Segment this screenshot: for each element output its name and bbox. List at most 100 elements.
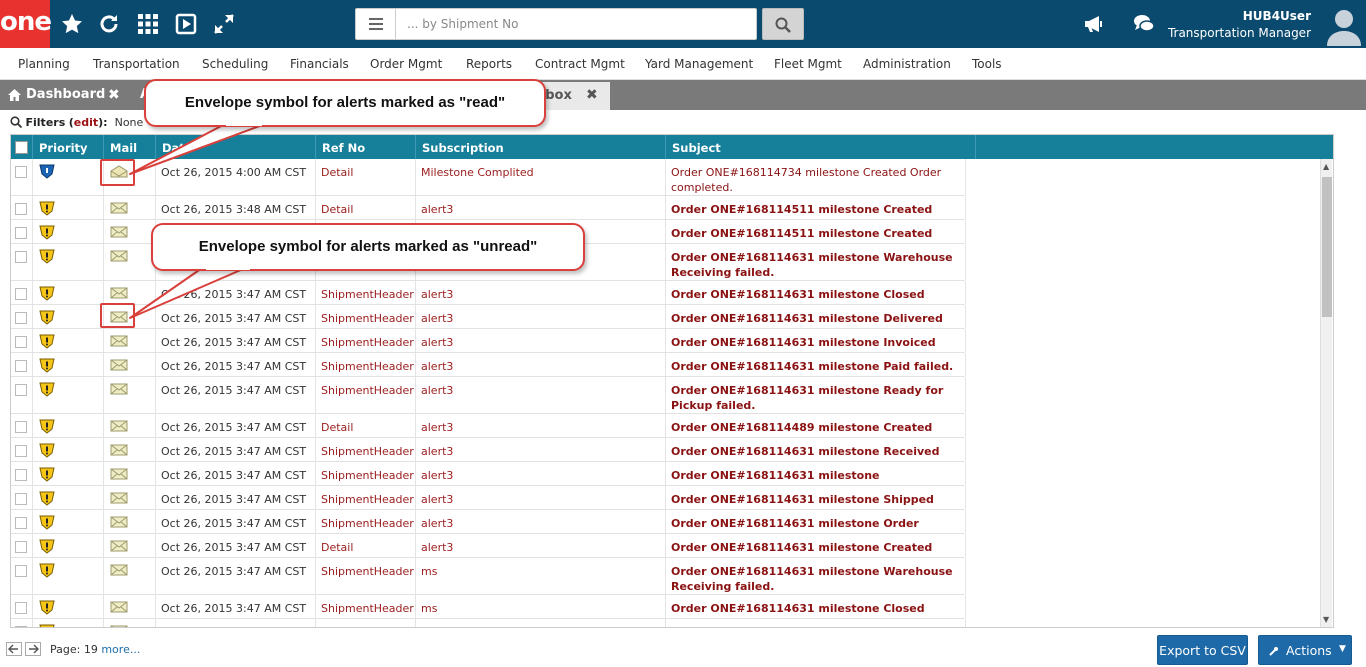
ref-no-link[interactable]: Detail (316, 196, 416, 219)
ref-no-link[interactable]: ShipmentHeader (316, 510, 416, 533)
col-subscription[interactable]: Subscription (416, 135, 666, 159)
refresh-icon[interactable] (97, 12, 121, 36)
subject-cell[interactable]: Order ONE#168114631 milestone ASN_Creati… (666, 462, 966, 497)
menu-scheduling[interactable]: Scheduling (202, 57, 268, 71)
mail-cell[interactable] (104, 220, 156, 243)
table-row[interactable]: Oct 26, 2015 3:47 AM CST ShipmentHeader al… (11, 329, 966, 364)
row-select-cell[interactable] (11, 486, 33, 509)
ref-no-link[interactable]: ShipmentHeader (316, 558, 416, 594)
table-row[interactable]: Oct 26, 2015 3:47 AM CST ShipmentHeader al… (11, 438, 966, 473)
ref-no-link[interactable]: ShipmentHeader (316, 486, 416, 509)
row-select-cell[interactable] (11, 281, 33, 304)
row-select-cell[interactable] (11, 329, 33, 352)
row-checkbox[interactable] (15, 565, 27, 577)
filters-edit-link[interactable]: edit (74, 116, 98, 129)
mail-cell[interactable] (104, 619, 156, 627)
row-select-cell[interactable] (11, 438, 33, 461)
row-select-cell[interactable] (11, 595, 33, 618)
row-checkbox[interactable] (15, 312, 27, 324)
table-row[interactable]: Oct 26, 2015 3:47 AM CST Detail alert3 Orde… (11, 534, 966, 569)
tab-dashboard[interactable]: Dashboard ✖ (8, 80, 120, 110)
search-input[interactable] (397, 9, 755, 39)
row-checkbox[interactable] (15, 445, 27, 457)
row-select-cell[interactable] (11, 414, 33, 437)
table-row[interactable]: Oct 26, 2015 3:48 AM CST Detail alert3 Orde… (11, 196, 966, 231)
next-page-button[interactable] (25, 642, 41, 656)
menu-reports[interactable]: Reports (466, 57, 512, 71)
table-row[interactable]: Oct 26, 2015 3:47 AM CST ShipmentHeader al… (11, 353, 966, 377)
menu-yard-management[interactable]: Yard Management (645, 57, 753, 71)
subject-cell[interactable]: Order ONE#168114631 milestone Order Ship… (666, 510, 966, 545)
row-select-cell[interactable] (11, 558, 33, 594)
menu-contract-mgmt[interactable]: Contract Mgmt (535, 57, 625, 71)
table-row[interactable]: Oct 26, 2015 3:47 AM CSTShipmentHeaderms… (11, 558, 966, 595)
grid-scrollbar[interactable]: ▲ ▼ (1320, 159, 1332, 627)
table-row[interactable]: Oct 26, 2015 3:47 AM CST ShipmentHeader al… (11, 377, 966, 414)
scroll-thumb[interactable] (1322, 177, 1332, 317)
subject-cell[interactable]: Order ONE#168114631 milestone Delivered … (666, 305, 966, 340)
subject-cell[interactable]: Order ONE#168114631 milestone Warehouse … (666, 244, 966, 280)
col-subject[interactable]: Subject (666, 135, 976, 159)
mail-cell[interactable] (104, 377, 156, 413)
row-checkbox[interactable] (15, 384, 27, 396)
menu-administration[interactable]: Administration (863, 57, 951, 71)
mail-cell[interactable] (104, 462, 156, 485)
mail-cell[interactable] (104, 510, 156, 533)
menu-financials[interactable]: Financials (290, 57, 349, 71)
export-csv-button[interactable]: Export to CSV (1157, 635, 1248, 665)
ref-no-link[interactable]: ShipmentHeader (316, 438, 416, 461)
megaphone-icon[interactable] (1082, 12, 1106, 36)
expand-icon[interactable] (212, 12, 236, 36)
ref-no-link[interactable]: ShipmentHeader (316, 462, 416, 485)
mail-cell[interactable] (104, 353, 156, 376)
subject-cell[interactable]: Order ONE#168114489 milestone Created fa… (666, 414, 966, 449)
row-checkbox[interactable] (15, 251, 27, 263)
ref-no-link[interactable]: ShipmentHeader (316, 353, 416, 376)
row-checkbox[interactable] (15, 493, 27, 505)
row-checkbox[interactable] (15, 602, 27, 614)
avatar-icon[interactable] (1326, 6, 1362, 46)
ref-no-link[interactable]: Detail (316, 534, 416, 557)
ref-no-link[interactable]: Detail (316, 414, 416, 437)
menu-planning[interactable]: Planning (18, 57, 70, 71)
subject-cell[interactable]: Order ONE#168114631 milestone Closed fai… (666, 281, 966, 316)
row-select-cell[interactable] (11, 510, 33, 533)
subject-cell[interactable]: Order ONE#168114511 milestone Created fa… (666, 220, 966, 255)
mail-cell[interactable] (104, 595, 156, 618)
mail-cell[interactable] (104, 414, 156, 437)
subject-cell[interactable]: Order ONE#168114631 milestone Shipped fa… (666, 486, 966, 521)
row-select-cell[interactable] (11, 196, 33, 219)
table-row[interactable]: Oct 26, 2015 3:47 AM CST ShipmentHeader al… (11, 510, 966, 545)
row-select-cell[interactable] (11, 159, 33, 195)
col-mail[interactable]: Mail (104, 135, 156, 159)
menu-fleet-mgmt[interactable]: Fleet Mgmt (774, 57, 842, 71)
row-select-cell[interactable] (11, 220, 33, 243)
scroll-up-icon[interactable]: ▲ (1323, 162, 1329, 171)
subject-cell[interactable]: Order ONE#168114631 milestone Created fa… (666, 534, 966, 569)
close-icon[interactable]: ✖ (108, 80, 120, 110)
row-checkbox[interactable] (15, 626, 27, 627)
subject-cell[interactable]: Order ONE#168114631 milestone Invoiced f… (666, 329, 966, 364)
table-row[interactable]: Oct 26, 2015 3:47 AM CST ShipmentHeader al… (11, 281, 966, 316)
row-checkbox[interactable] (15, 541, 27, 553)
table-row[interactable]: Oct 26, 2015 3:47 AM CSTShipmentHeaderms… (11, 595, 966, 627)
menu-order-mgmt[interactable]: Order Mgmt (370, 57, 442, 71)
mail-cell[interactable] (104, 534, 156, 557)
row-checkbox[interactable] (15, 421, 27, 433)
col-date[interactable]: Date (156, 135, 316, 159)
table-row[interactable]: Oct 26, 2015 3:47 AM CSTShipmentHeaderms… (11, 619, 966, 627)
subject-cell[interactable]: Order ONE#168114631 milestone Ready for … (666, 377, 966, 413)
row-checkbox[interactable] (15, 203, 27, 215)
ref-no-link[interactable]: ShipmentHeader (316, 305, 416, 328)
subject-cell[interactable]: Order ONE#168114511 milestone Created fa… (666, 196, 966, 231)
menu-transportation[interactable]: Transportation (93, 57, 180, 71)
ref-no-link[interactable]: ShipmentHeader (316, 619, 416, 627)
header-select-all[interactable] (11, 135, 33, 159)
subject-cell[interactable]: Order ONE#168114631 milestone Paid faile… (666, 353, 966, 376)
table-row[interactable]: Oct 26, 2015 3:47 AM CST Detail alert3 Orde… (11, 414, 966, 449)
apps-grid-icon[interactable] (136, 12, 160, 36)
subject-cell[interactable]: Order ONE#168114631 milestone Received f… (666, 438, 966, 473)
table-row[interactable]: Oct 26, 2015 3:47 AM CST ShipmentHeader al… (11, 486, 966, 521)
subject-cell[interactable]: Order ONE#168114631 milestone Delivered … (666, 619, 966, 627)
col-ref-no[interactable]: Ref No (316, 135, 416, 159)
